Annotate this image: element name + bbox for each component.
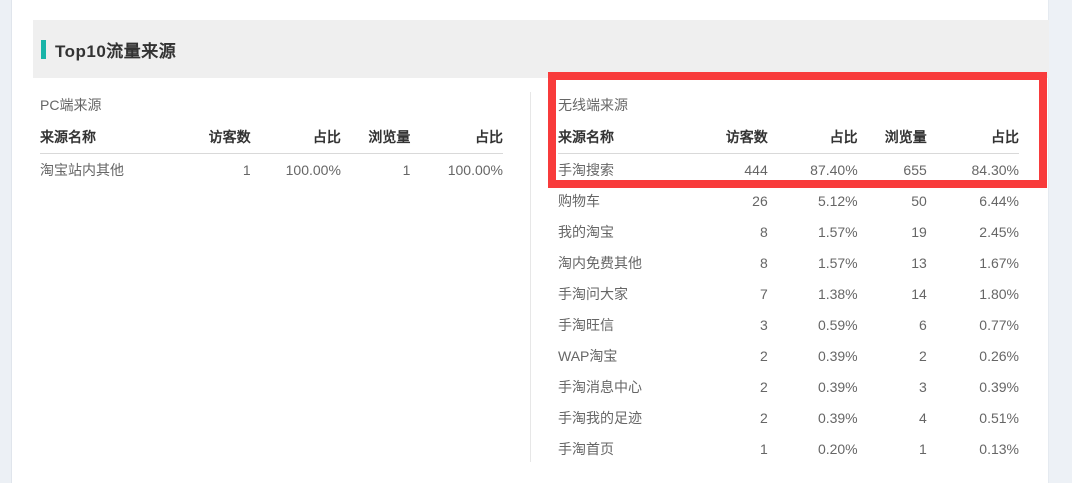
table-row: 淘内免费其他81.57%131.67% (558, 247, 1019, 278)
page-left-gutter (0, 0, 12, 483)
pc-panel-title: PC端来源 (40, 95, 503, 115)
table-cell: 手淘旺信 (558, 309, 701, 340)
table-cell: 87.40% (768, 154, 858, 186)
table-cell: 14 (858, 278, 927, 309)
accent-bar (41, 40, 46, 59)
table-cell: 1 (701, 433, 768, 464)
table-cell: WAP淘宝 (558, 340, 701, 371)
table-cell: 2.45% (927, 216, 1019, 247)
table-cell: 13 (858, 247, 927, 278)
pc-sources-panel: PC端来源 来源名称访客数占比浏览量占比 淘宝站内其他1100.00%1100.… (40, 95, 503, 185)
table-cell: 0.39% (768, 371, 858, 402)
table-cell: 我的淘宝 (558, 216, 701, 247)
wireless-table-head: 来源名称访客数占比浏览量占比 (558, 121, 1019, 154)
column-header: 占比 (927, 121, 1019, 154)
table-cell: 1.38% (768, 278, 858, 309)
table-cell: 2 (701, 340, 768, 371)
table-cell: 100.00% (410, 154, 503, 186)
table-cell: 1 (341, 154, 410, 186)
column-header: 来源名称 (40, 121, 184, 154)
table-cell: 手淘搜索 (558, 154, 701, 186)
section-header-band: Top10流量来源 (33, 20, 1049, 78)
table-cell: 1.80% (927, 278, 1019, 309)
table-row: 淘宝站内其他1100.00%1100.00% (40, 154, 503, 186)
pc-table-head: 来源名称访客数占比浏览量占比 (40, 121, 503, 154)
table-cell: 26 (701, 185, 768, 216)
table-row: 我的淘宝81.57%192.45% (558, 216, 1019, 247)
table-cell: 0.39% (768, 340, 858, 371)
page-right-gutter (1048, 0, 1072, 483)
table-cell: 3 (858, 371, 927, 402)
wireless-table-body: 手淘搜索44487.40%65584.30%购物车265.12%506.44%我… (558, 154, 1019, 465)
table-cell: 6 (858, 309, 927, 340)
table-cell: 2 (858, 340, 927, 371)
table-cell: 8 (701, 247, 768, 278)
column-header: 占比 (410, 121, 503, 154)
table-cell: 购物车 (558, 185, 701, 216)
table-row: 手淘消息中心20.39%30.39% (558, 371, 1019, 402)
wireless-sources-panel: 无线端来源 来源名称访客数占比浏览量占比 手淘搜索44487.40%65584.… (558, 95, 1019, 464)
table-row: 手淘搜索44487.40%65584.30% (558, 154, 1019, 186)
table-cell: 0.59% (768, 309, 858, 340)
table-cell: 84.30% (927, 154, 1019, 186)
wireless-sources-table: 来源名称访客数占比浏览量占比 手淘搜索44487.40%65584.30%购物车… (558, 121, 1019, 464)
wireless-panel-title: 无线端来源 (558, 95, 1019, 115)
table-cell: 1.57% (768, 247, 858, 278)
section-header-inner: Top10流量来源 (33, 20, 1049, 78)
table-cell: 3 (701, 309, 768, 340)
section-title: Top10流量来源 (55, 37, 176, 62)
table-cell: 655 (858, 154, 927, 186)
table-cell: 100.00% (251, 154, 341, 186)
table-row: 手淘问大家71.38%141.80% (558, 278, 1019, 309)
table-cell: 1.67% (927, 247, 1019, 278)
table-cell: 6.44% (927, 185, 1019, 216)
table-row: 购物车265.12%506.44% (558, 185, 1019, 216)
column-header: 访客数 (701, 121, 768, 154)
table-cell: 2 (701, 371, 768, 402)
table-cell: 0.13% (927, 433, 1019, 464)
table-cell: 淘宝站内其他 (40, 154, 184, 186)
pc-table-body: 淘宝站内其他1100.00%1100.00% (40, 154, 503, 186)
table-cell: 4 (858, 402, 927, 433)
table-cell: 0.51% (927, 402, 1019, 433)
table-cell: 2 (701, 402, 768, 433)
column-header: 占比 (768, 121, 858, 154)
table-cell: 1 (858, 433, 927, 464)
table-row: 手淘首页10.20%10.13% (558, 433, 1019, 464)
table-cell: 手淘消息中心 (558, 371, 701, 402)
table-cell: 0.20% (768, 433, 858, 464)
column-header: 占比 (251, 121, 341, 154)
table-cell: 444 (701, 154, 768, 186)
table-row: WAP淘宝20.39%20.26% (558, 340, 1019, 371)
table-cell: 7 (701, 278, 768, 309)
table-row: 手淘我的足迹20.39%40.51% (558, 402, 1019, 433)
table-header-row: 来源名称访客数占比浏览量占比 (558, 121, 1019, 154)
column-header: 访客数 (184, 121, 251, 154)
table-cell: 50 (858, 185, 927, 216)
table-cell: 淘内免费其他 (558, 247, 701, 278)
table-cell: 1.57% (768, 216, 858, 247)
panel-divider (530, 92, 531, 462)
column-header: 来源名称 (558, 121, 701, 154)
table-cell: 手淘我的足迹 (558, 402, 701, 433)
column-header: 浏览量 (858, 121, 927, 154)
table-cell: 手淘首页 (558, 433, 701, 464)
table-cell: 0.26% (927, 340, 1019, 371)
table-cell: 0.39% (927, 371, 1019, 402)
table-cell: 1 (184, 154, 251, 186)
column-header: 浏览量 (341, 121, 410, 154)
table-cell: 5.12% (768, 185, 858, 216)
pc-sources-table: 来源名称访客数占比浏览量占比 淘宝站内其他1100.00%1100.00% (40, 121, 503, 185)
table-cell: 19 (858, 216, 927, 247)
table-row: 手淘旺信30.59%60.77% (558, 309, 1019, 340)
table-cell: 0.39% (768, 402, 858, 433)
table-cell: 手淘问大家 (558, 278, 701, 309)
table-cell: 0.77% (927, 309, 1019, 340)
table-cell: 8 (701, 216, 768, 247)
table-header-row: 来源名称访客数占比浏览量占比 (40, 121, 503, 154)
